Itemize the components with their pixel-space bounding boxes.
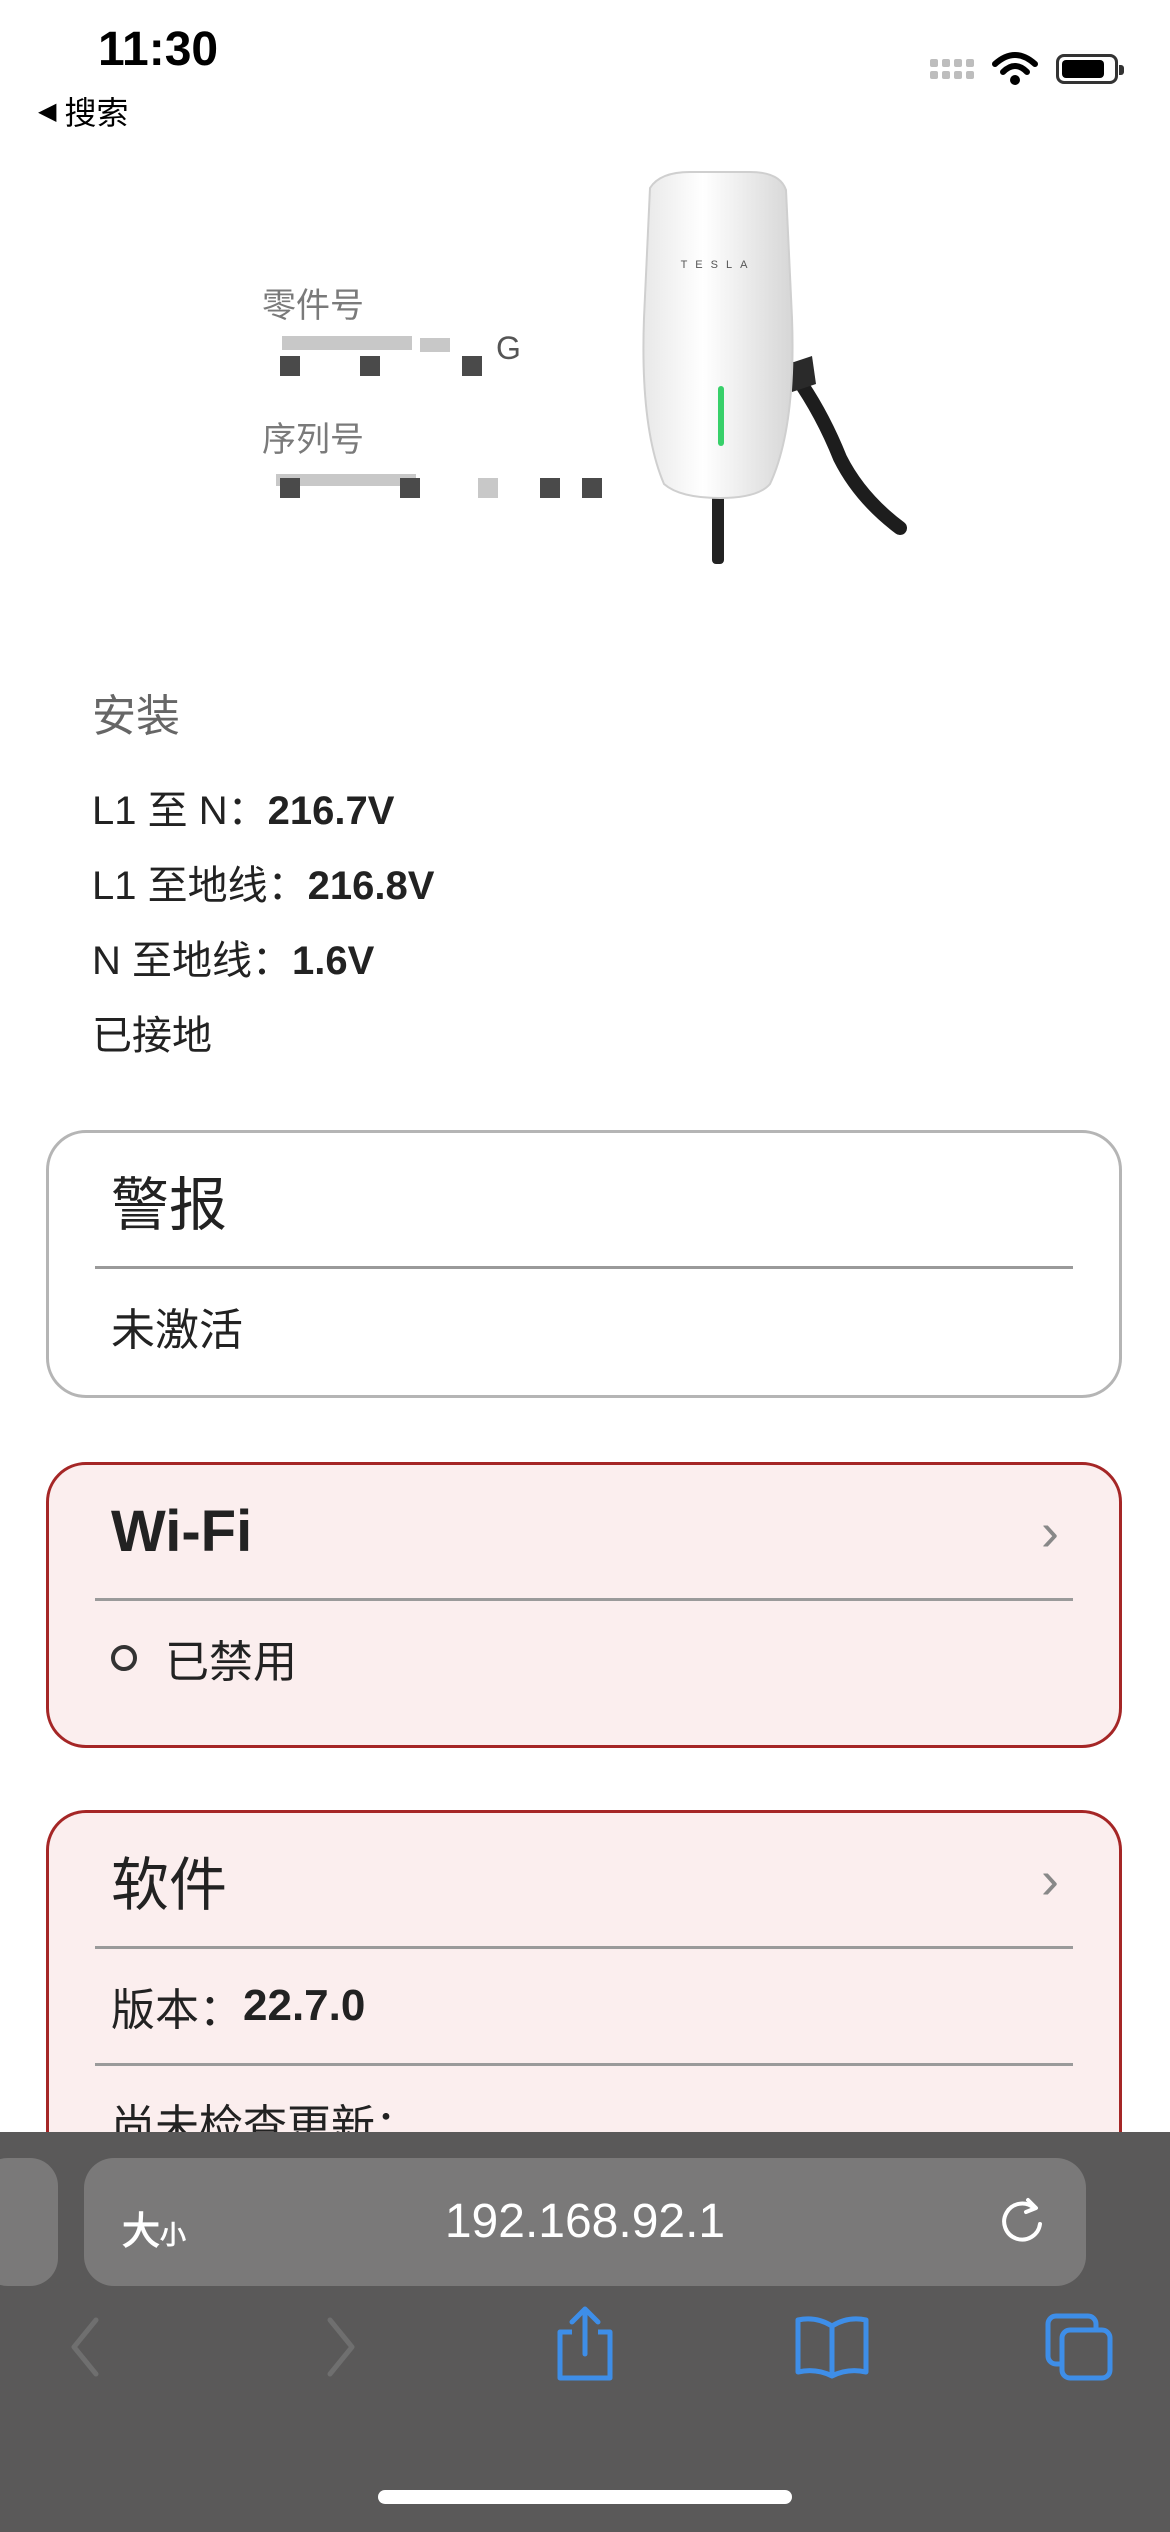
installation-section: 安装 L1 至 N：216.7V L1 至地线：216.8V N 至地线：1.6…: [92, 680, 434, 1074]
share-icon[interactable]: [550, 2304, 620, 2384]
voltage-l1-ground: L1 至地线：216.8V: [92, 864, 435, 908]
alarm-status: 未激活: [111, 1306, 243, 1355]
wifi-title: Wi-Fi: [111, 1499, 253, 1564]
alarm-title: 警报: [111, 1172, 228, 1238]
status-bar: 11:30 ◀ 搜索: [0, 0, 1170, 140]
part-number-label: 零件号: [262, 287, 364, 325]
back-to-search-link[interactable]: ◀ 搜索: [38, 88, 128, 134]
status-time: 11:30: [98, 23, 219, 76]
browser-nav-row: [0, 2306, 1170, 2432]
wifi-icon: [992, 52, 1038, 85]
device-info: 零件号 G 序列号 TESLA: [0, 160, 1170, 580]
previous-tab-peek[interactable]: [0, 2158, 58, 2286]
status-circle-icon: [111, 1645, 137, 1671]
installation-heading: 安装: [92, 692, 180, 741]
home-indicator[interactable]: [378, 2490, 792, 2504]
voltage-n-ground: N 至地线：1.6V: [92, 939, 375, 983]
address-bar[interactable]: 大小 192.168.92.1: [84, 2158, 1086, 2286]
tabs-icon[interactable]: [1044, 2312, 1116, 2382]
forward-chevron-icon[interactable]: [318, 2312, 362, 2382]
battery-icon: [1056, 54, 1124, 84]
status-icons: [930, 52, 1124, 86]
reload-icon[interactable]: [996, 2194, 1048, 2250]
serial-number-label: 序列号: [262, 421, 364, 459]
wifi-card[interactable]: Wi-Fi › 已禁用: [46, 1462, 1122, 1748]
alarm-card: 警报 未激活: [46, 1130, 1122, 1398]
tesla-logo-text: TESLA: [681, 259, 756, 271]
wifi-status: 已禁用: [95, 1601, 1073, 1715]
software-version: 版本： 22.7.0: [95, 1949, 1073, 2066]
url-text[interactable]: 192.168.92.1: [84, 2194, 1086, 2249]
part-number-suffix: G: [496, 330, 521, 366]
voltage-l1-n: L1 至 N：216.7V: [92, 789, 395, 833]
back-chevron-icon[interactable]: [64, 2312, 108, 2382]
bookmarks-icon[interactable]: [792, 2312, 872, 2382]
cellular-signal-icon: [930, 59, 974, 79]
wall-connector-image: TESLA: [642, 171, 907, 564]
chevron-right-icon: ›: [1041, 1501, 1059, 1562]
back-triangle-icon: ◀: [38, 97, 57, 125]
software-title: 软件: [111, 1852, 228, 1918]
ground-status: 已接地: [92, 1014, 212, 1058]
chevron-right-icon: ›: [1041, 1849, 1059, 1910]
back-label: 搜索: [64, 95, 129, 131]
browser-toolbar: 大小 192.168.92.1: [0, 2132, 1170, 2532]
